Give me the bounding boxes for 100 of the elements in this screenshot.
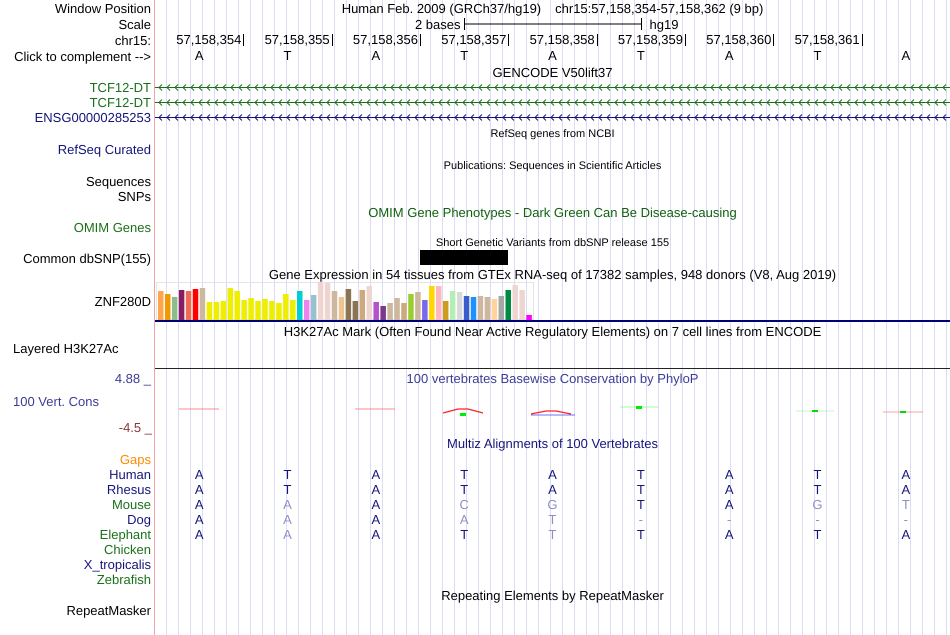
track-label: -4.5 _ <box>118 420 152 435</box>
aligned-base: - <box>815 512 820 526</box>
track-title: H3K27Ac Mark (Often Found Near Active Regulatory Elements) on 7 cell lines from ENCODE <box>284 324 822 339</box>
position-label: 57,158,360 <box>706 34 774 46</box>
position-label: 57,158,356 <box>352 34 421 46</box>
aligned-base: A <box>371 498 380 512</box>
track-label: OMIM Genes <box>74 220 151 235</box>
aligned-base: T <box>460 468 468 482</box>
aligned-base: A <box>724 498 734 512</box>
aligned-base: A <box>194 482 204 496</box>
aligned-base: T <box>284 482 292 496</box>
sequence-base: A <box>371 49 380 63</box>
row-label: Window Position <box>54 0 151 16</box>
position-label: 57,158,355 <box>264 34 333 46</box>
track-title: 100 vertebrates Basewise Conservation by PhyloP <box>406 370 698 386</box>
sequence-base: A <box>901 49 910 63</box>
track-title: Multiz Alignments of 100 Vertebrates <box>446 436 658 451</box>
assembly-title: Human Feb. 2009 (GRCh37/hg19) <box>342 0 542 16</box>
track-label: Common dbSNP(155) <box>23 250 151 266</box>
species-label: Zebrafish <box>96 572 151 587</box>
sequence-base: A <box>194 49 204 63</box>
track-label: SNPs <box>118 189 151 204</box>
sequence-base: A <box>548 49 557 63</box>
gene-label: TCF12-DT <box>90 95 151 110</box>
track-title: Publications: Sequences in Scientific Articles <box>444 160 662 172</box>
row-label: Scale <box>118 16 151 32</box>
species-label: Elephant <box>100 527 151 542</box>
aligned-base: - <box>726 512 732 526</box>
position-label: 57,158,361 <box>794 34 863 46</box>
aligned-base: A <box>194 468 204 482</box>
complement-link[interactable]: Click to complement --> <box>14 48 151 64</box>
aligned-base: T <box>636 482 645 496</box>
track-label: Sequences <box>86 174 151 189</box>
gene-label: ENSG00000285253 <box>34 110 151 125</box>
aligned-base: A <box>901 482 910 496</box>
aligned-base: - <box>904 512 908 526</box>
sequence-base: T <box>814 49 822 63</box>
track-title: RefSeq genes from NCBI <box>490 128 615 140</box>
aligned-base: T <box>814 468 822 482</box>
row-label: chr15: <box>114 32 151 48</box>
species-label: Mouse <box>112 497 151 512</box>
position-label: 57,158,358 <box>530 34 598 46</box>
aligned-base: A <box>724 468 734 482</box>
track-label: 4.88 _ <box>114 370 151 386</box>
aligned-base: T <box>814 482 822 496</box>
track-label: ZNF280D <box>94 294 151 308</box>
position-label: 57,158,354 <box>176 34 244 46</box>
position-label: 57,158,359 <box>618 34 686 46</box>
aligned-base: A <box>901 528 910 542</box>
aligned-base: A <box>460 512 468 526</box>
sequence-base: T <box>284 49 292 63</box>
aligned-base: A <box>371 468 380 482</box>
track-title: Repeating Elements by RepeatMasker <box>441 588 664 602</box>
aligned-base: A <box>283 512 292 526</box>
aligned-base: T <box>460 528 468 542</box>
track-label: RefSeq Curated <box>58 142 151 157</box>
sequence-base: T <box>636 49 645 63</box>
species-label: Chicken <box>104 542 151 557</box>
track-label: RepeatMasker <box>66 603 151 618</box>
aligned-base: G <box>812 498 823 512</box>
aligned-base: T <box>636 498 645 512</box>
track-title: GENCODE V50lift37 <box>492 64 612 80</box>
aligned-base: G <box>547 498 558 512</box>
aligned-base: T <box>902 498 910 512</box>
track-label: 100 Vert. Cons <box>13 394 99 409</box>
track-title: Short Genetic Variants from dbSNP release 155 <box>436 236 670 248</box>
aligned-base: A <box>283 528 292 542</box>
position-label: 57,158,357 <box>441 34 510 46</box>
aligned-base: T <box>636 528 645 542</box>
sequence-base: A <box>724 49 734 63</box>
track-label: Gaps <box>120 452 151 467</box>
sequence-base: T <box>460 49 468 63</box>
aligned-base: T <box>548 512 556 526</box>
aligned-base: A <box>901 468 910 482</box>
species-label: Human <box>109 467 151 482</box>
aligned-base: T <box>460 482 468 496</box>
aligned-base: A <box>194 498 204 512</box>
aligned-base: C <box>459 498 469 512</box>
species-label: Dog <box>127 512 151 527</box>
track-label: Layered H3K27Ac <box>13 341 119 356</box>
aligned-base: A <box>371 528 380 542</box>
aligned-base: A <box>194 528 204 542</box>
species-label: Rhesus <box>106 482 151 497</box>
aligned-base: T <box>636 468 645 482</box>
species-label: X_tropicalis <box>84 557 151 572</box>
aligned-base: T <box>548 528 556 542</box>
position-range: chr15:57,158,354-57,158,362 (9 bp) <box>555 0 764 16</box>
aligned-base: T <box>284 468 292 482</box>
aligned-base: A <box>548 468 557 482</box>
gene-label: TCF12-DT <box>90 80 151 95</box>
track-title: Gene Expression in 54 tissues from GTEx RNA-seq of 17382 samples, 948 donors (V8, Aug 2019) <box>268 266 836 282</box>
track-title: OMIM Gene Phenotypes - Dark Green Can Be Disease-causing <box>368 204 737 220</box>
scale-text: 2 bases <box>414 16 462 32</box>
aligned-base: A <box>724 528 734 542</box>
aligned-base: A <box>283 498 292 512</box>
assembly-label: hg19 <box>648 16 678 32</box>
aligned-base: A <box>724 482 734 496</box>
aligned-base: A <box>194 512 204 526</box>
aligned-base: A <box>548 482 557 496</box>
aligned-base: A <box>371 482 380 496</box>
